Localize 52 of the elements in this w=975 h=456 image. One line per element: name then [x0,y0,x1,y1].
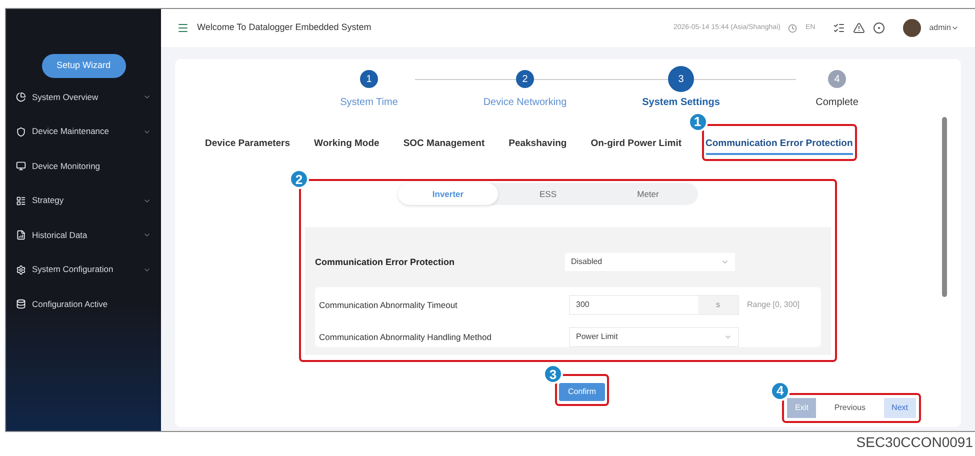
nav-button[interactable]: Next [884,398,916,418]
settings-tab[interactable]: Device Parameters [205,137,290,156]
field-label: Communication Abnormality Timeout [319,298,458,312]
callout-number: 4 [770,381,790,401]
settings-tab[interactable]: On-gird Power Limit [590,137,682,156]
step-label: Complete [816,96,858,110]
sidebar-item[interactable]: Configuration Active [6,287,161,322]
chevron-icon [951,24,959,32]
step-label: System Settings [642,96,720,110]
menu-item-icon [16,92,26,102]
step-number: 3 [668,66,694,92]
field-label: Communication Abnormality Handling Method [319,330,492,344]
device-tab[interactable]: Meter [598,183,698,206]
settings-tab[interactable]: Peakshaving [508,137,567,156]
step-label: System Time [340,96,398,110]
step-number: 2 [516,70,534,88]
sidebar-item[interactable]: Historical Data [6,218,161,252]
menu-icon[interactable] [177,22,189,34]
checklist-icon[interactable] [833,22,846,34]
select-field[interactable]: Power Limit [569,327,739,348]
menu-item-icon [16,161,26,172]
step-number: 1 [360,70,378,88]
settings-tab[interactable]: Communication Error Protection [706,137,853,156]
menu-item-icon [16,264,26,275]
menu-item-icon [16,196,26,206]
circle-icon[interactable] [873,22,886,34]
avatar[interactable] [903,19,922,37]
sidebar-item[interactable]: System Configuration [6,252,161,287]
menu-item-icon [16,230,26,240]
select-field[interactable]: Disabled [565,253,735,272]
range-hint: Range [0, 300] [747,299,800,312]
callout-number: 2 [289,169,309,190]
warning-icon[interactable] [853,22,866,34]
sidebar-item[interactable]: Strategy [6,184,161,218]
step-number: 4 [828,70,846,88]
callout-number: 1 [688,112,708,132]
figure-code: SEC30CCON0091 [856,433,973,452]
settings-tab[interactable]: SOC Management [403,137,485,156]
settings-tab[interactable]: Working Mode [314,137,380,156]
sidebar-item[interactable]: System Overview [6,80,161,114]
user-menu[interactable]: admin [929,22,959,34]
field-label: Communication Error Protection [315,256,456,268]
device-tab[interactable]: ESS [498,183,598,206]
page-title: Welcome To Datalogger Embedded System [197,21,372,34]
input-field[interactable]: 300 s [569,295,739,316]
menu-item-icon [16,299,26,310]
sidebar-item[interactable]: Device Maintenance [6,114,161,149]
menu-item-icon [16,126,26,137]
step-label: Device Networking [483,96,567,110]
clock-icon [788,24,798,32]
sidebar-item[interactable]: Device Monitoring [6,149,161,184]
callout-number: 3 [543,364,563,384]
